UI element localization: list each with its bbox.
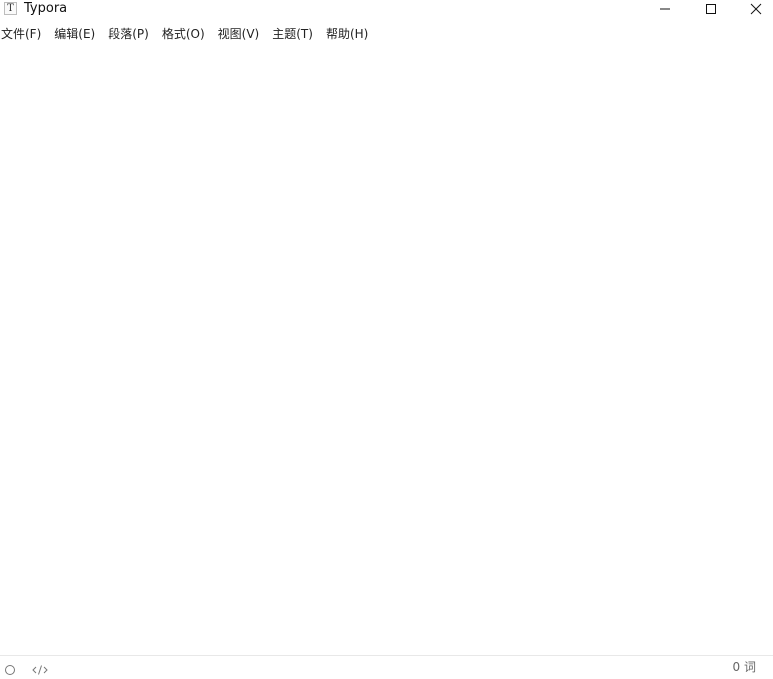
menu-file[interactable]: 文件(F): [1, 25, 41, 43]
menu-format[interactable]: 格式(O): [162, 25, 205, 43]
maximize-icon: [706, 4, 716, 14]
minimize-icon: [660, 8, 670, 10]
close-button[interactable]: [733, 0, 773, 18]
menu-theme[interactable]: 主题(T): [272, 25, 313, 43]
menu-paragraph[interactable]: 段落(P): [108, 25, 149, 43]
editor-area[interactable]: [0, 46, 773, 654]
typora-app-icon[interactable]: T: [4, 2, 17, 15]
maximize-button[interactable]: [688, 0, 734, 18]
menu-view[interactable]: 视图(V): [218, 25, 260, 43]
minimize-button[interactable]: [642, 0, 688, 18]
word-count[interactable]: 0 词: [733, 660, 756, 674]
typora-window: T Typora 文件(F) 编辑(E) 段落(P) 格式(O) 视图(V) 主…: [0, 0, 773, 679]
title-bar[interactable]: T Typora: [0, 0, 773, 18]
outline-toggle-button[interactable]: [4, 661, 16, 675]
close-icon: [750, 3, 762, 15]
menu-help[interactable]: 帮助(H): [326, 25, 368, 43]
source-mode-button[interactable]: [32, 661, 48, 675]
code-icon: [32, 665, 48, 675]
menu-bar: 文件(F) 编辑(E) 段落(P) 格式(O) 视图(V) 主题(T) 帮助(H…: [0, 24, 773, 44]
menu-edit[interactable]: 编辑(E): [54, 25, 95, 43]
window-title: Typora: [24, 1, 68, 16]
status-bar: 0 词: [0, 655, 773, 679]
circle-icon: [5, 665, 15, 675]
